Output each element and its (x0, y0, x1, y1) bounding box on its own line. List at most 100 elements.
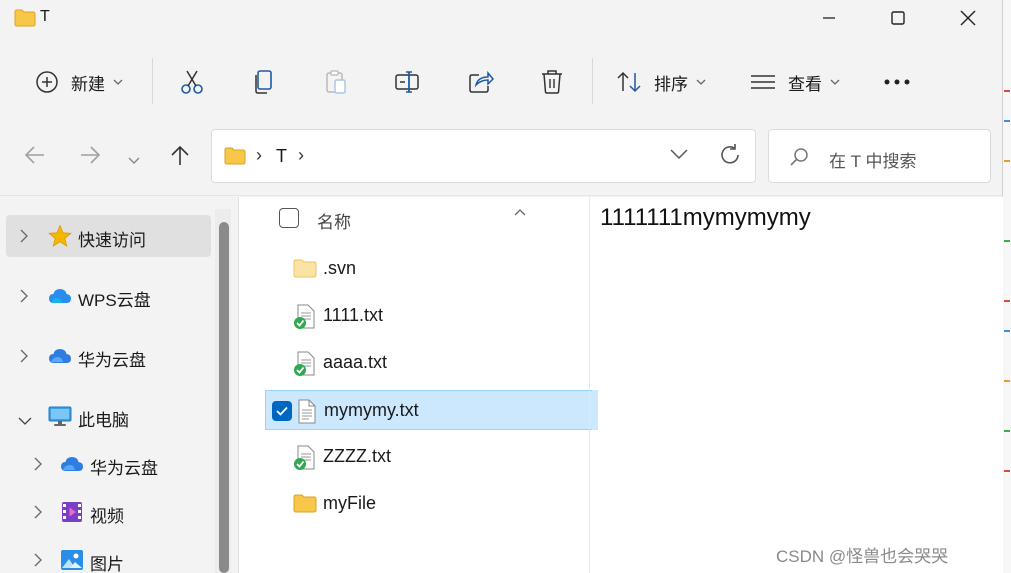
rename-icon (394, 70, 420, 94)
trash-icon (540, 69, 564, 95)
nav-label: WPS云盘 (78, 291, 151, 310)
address-bar[interactable]: › T › (211, 129, 756, 183)
address-dropdown-icon[interactable] (669, 147, 689, 165)
folder-icon (293, 492, 317, 519)
file-list-pane: 名称 .svn 1111.txt aaaa.txt mymymy.txt ZZZ… (238, 197, 1003, 573)
chevron-down-icon (113, 78, 123, 86)
delete-button[interactable] (540, 62, 564, 102)
star-icon (48, 224, 72, 253)
folder-icon (14, 9, 36, 32)
breadcrumb-current[interactable]: T (276, 146, 287, 167)
nav-item-wps-cloud[interactable]: WPS云盘 (6, 275, 211, 317)
picture-icon (60, 548, 84, 573)
file-row-1111[interactable]: 1111.txt (265, 296, 598, 336)
paste-button[interactable] (324, 62, 348, 102)
cut-button[interactable] (179, 62, 205, 102)
file-row-mymymy[interactable]: mymymy.txt (265, 390, 598, 430)
preview-pane-content: 1111111mymymymy (600, 204, 811, 231)
file-name: myFile (323, 493, 376, 513)
file-row-aaaa[interactable]: aaaa.txt (265, 343, 598, 383)
file-name: ZZZZ.txt (323, 446, 391, 466)
recent-locations-chevron-icon[interactable] (128, 152, 140, 170)
nav-label: 华为云盘 (90, 459, 158, 478)
selection-highlight-edge (592, 390, 598, 430)
select-all-checkbox[interactable] (279, 208, 299, 228)
minimize-button[interactable] (794, 0, 864, 36)
file-name: 1111.txt (323, 305, 384, 325)
copy-icon (252, 69, 276, 95)
chevron-right-icon[interactable] (20, 229, 28, 248)
command-bar: 新建 排序 查看 (0, 42, 1003, 120)
synced-text-file-icon (293, 445, 317, 476)
chevron-right-icon[interactable] (20, 349, 28, 368)
breadcrumb-separator: › (256, 145, 262, 165)
more-options-button[interactable] (884, 62, 910, 102)
nav-label: 视频 (90, 507, 124, 526)
column-header-label: 名称 (317, 213, 351, 232)
nav-label: 快速访问 (78, 231, 146, 250)
nav-label: 图片 (90, 555, 124, 573)
maximize-button[interactable] (863, 0, 933, 36)
row-checkbox-checked[interactable] (272, 401, 292, 421)
search-placeholder: 在 T 中搜索 (829, 152, 917, 171)
file-row-svn[interactable]: .svn (265, 249, 598, 289)
chevron-right-icon[interactable] (34, 505, 42, 524)
nav-scrollbar-thumb[interactable] (219, 222, 229, 573)
rename-button[interactable] (394, 62, 420, 102)
nav-item-huawei-cloud[interactable]: 华为云盘 (6, 335, 211, 377)
nav-label: 此电脑 (78, 411, 129, 430)
search-icon (789, 147, 809, 172)
cloud-icon (48, 284, 72, 313)
nav-item-huawei-cloud-drive[interactable]: 华为云盘 (6, 443, 211, 485)
ellipsis-icon (884, 78, 910, 86)
close-button[interactable] (933, 0, 1003, 36)
file-row-zzzz[interactable]: ZZZZ.txt (265, 437, 598, 477)
view-label: 查看 (788, 74, 822, 94)
synced-text-file-icon (293, 304, 317, 335)
close-icon (960, 10, 976, 26)
sort-button[interactable]: 排序 (616, 62, 706, 102)
video-icon (60, 500, 84, 529)
view-button[interactable]: 查看 (750, 62, 840, 102)
toolbar-divider (152, 58, 153, 104)
navigation-pane: 快速访问 WPS云盘 华为云盘 此电脑 华为云盘 视频 图片 (0, 197, 238, 573)
sort-ascending-icon (514, 203, 526, 221)
maximize-icon (891, 11, 905, 25)
file-name: mymymy.txt (324, 400, 419, 420)
refresh-icon[interactable] (718, 143, 742, 172)
copy-button[interactable] (252, 62, 276, 102)
new-button[interactable]: 新建 (35, 62, 123, 102)
nav-item-quick-access[interactable]: 快速访问 (6, 215, 211, 257)
share-button[interactable] (468, 62, 494, 102)
toolbar-divider (592, 58, 593, 104)
nav-item-videos[interactable]: 视频 (6, 491, 211, 533)
cloud-icon (48, 344, 72, 373)
nav-label: 华为云盘 (78, 351, 146, 370)
minimize-icon (823, 17, 835, 19)
new-label: 新建 (71, 74, 105, 94)
paste-icon (324, 69, 348, 95)
chevron-right-icon[interactable] (34, 553, 42, 572)
chevron-down-icon[interactable] (18, 412, 32, 430)
nav-item-this-pc[interactable]: 此电脑 (6, 395, 211, 437)
preview-pane-divider[interactable] (589, 197, 590, 573)
synced-text-file-icon (293, 351, 317, 382)
file-row-myfile[interactable]: myFile (265, 484, 598, 524)
explorer-window: T 新建 排序 查看 › T › 在 T 中搜索 快速访问 WPS云盘 华为云盘… (0, 0, 1003, 573)
watermark: CSDN @怪兽也会哭哭 (776, 547, 949, 566)
back-arrow-icon[interactable] (24, 144, 46, 171)
chevron-right-icon[interactable] (34, 457, 42, 476)
chevron-right-icon[interactable] (20, 289, 28, 308)
forward-arrow-icon[interactable] (79, 144, 101, 171)
view-lines-icon (750, 72, 776, 92)
nav-item-pictures[interactable]: 图片 (6, 539, 211, 573)
folder-icon (293, 257, 317, 284)
checkmark-icon (276, 406, 288, 416)
scissors-icon (179, 69, 205, 95)
up-arrow-icon[interactable] (169, 144, 191, 171)
window-title: T (40, 8, 50, 25)
file-name: .svn (323, 258, 357, 278)
breadcrumb-separator[interactable]: › (298, 145, 304, 166)
background-window-edge (1003, 0, 1011, 573)
search-box[interactable]: 在 T 中搜索 (768, 129, 991, 183)
